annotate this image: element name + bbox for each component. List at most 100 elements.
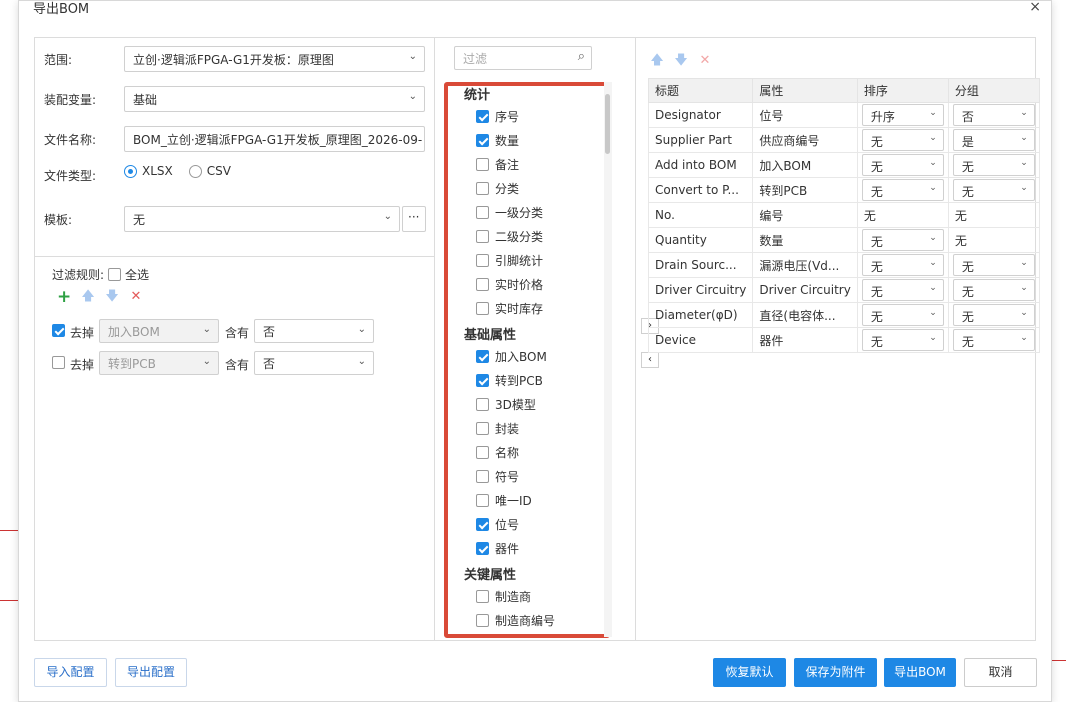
field-checkbox[interactable] xyxy=(476,157,489,171)
field-list-item[interactable]: 引脚统计 xyxy=(448,248,606,272)
table-row[interactable]: Convert to P... 转到PCB 无 ⌄ 无 ⌄ xyxy=(647,177,1040,203)
delete-icon[interactable]: ✕ xyxy=(698,54,712,68)
field-list-item[interactable]: 一级分类 xyxy=(448,200,606,224)
group-select[interactable]: 无 ⌄ xyxy=(952,279,1035,301)
sort-select[interactable]: 无 ⌄ xyxy=(861,279,944,301)
field-checkbox[interactable] xyxy=(476,349,489,363)
add-icon[interactable]: + xyxy=(57,289,71,306)
field-checkbox[interactable] xyxy=(476,541,489,555)
group-select[interactable]: 无 ⌄ xyxy=(952,179,1035,201)
field-search-input[interactable]: 过滤 ⌕ xyxy=(454,46,592,70)
field-list-item[interactable]: 数量 xyxy=(448,128,606,152)
rule-checkbox[interactable] xyxy=(52,356,65,369)
field-list-item[interactable]: 实时库存 xyxy=(448,296,606,320)
field-list-scrollbar[interactable] xyxy=(604,82,612,637)
export-bom-button[interactable]: 导出BOM xyxy=(884,658,956,687)
field-list-item[interactable]: 序号 xyxy=(448,104,606,128)
filename-input[interactable]: BOM_立创·逻辑派FPGA-G1开发板_原理图_2026-09- xyxy=(124,126,425,152)
scrollbar-thumb[interactable] xyxy=(605,94,610,154)
field-checkbox[interactable] xyxy=(476,397,489,411)
move-down-icon[interactable]: 🡇 xyxy=(674,54,688,68)
chevron-down-icon: ⌄ xyxy=(357,356,366,367)
sort-select[interactable]: 无 ⌄ xyxy=(861,329,944,351)
field-checkbox[interactable] xyxy=(476,373,489,387)
move-up-icon[interactable]: 🡅 xyxy=(650,54,664,68)
field-list-item[interactable]: 器件 xyxy=(448,536,606,560)
field-checkbox[interactable] xyxy=(476,589,489,603)
rule-field-select[interactable]: 转到PCB ⌄ xyxy=(99,351,219,375)
field-list-item[interactable]: 实时价格 xyxy=(448,272,606,296)
group-select[interactable]: 无 ⌄ xyxy=(952,154,1035,176)
field-checkbox[interactable] xyxy=(476,253,489,267)
radio-csv[interactable]: CSV xyxy=(188,164,231,178)
template-more-button[interactable]: ··· xyxy=(402,206,426,232)
table-row[interactable]: Driver Circuitry Driver Circuitry 无 ⌄ 无 ⌄ xyxy=(647,277,1040,303)
table-row[interactable]: Quantity 数量无 ⌄ 无 xyxy=(647,227,1040,253)
field-checkbox[interactable] xyxy=(476,181,489,195)
field-checkbox[interactable] xyxy=(476,517,489,531)
sort-select[interactable]: 无 ⌄ xyxy=(861,154,944,176)
move-down-icon[interactable]: 🡇 xyxy=(105,290,119,304)
sort-select[interactable]: 升序 ⌄ xyxy=(861,104,944,126)
radio-xlsx[interactable]: XLSX xyxy=(124,164,173,178)
restore-default-button[interactable]: 恢复默认 xyxy=(713,658,786,687)
sort-select[interactable]: 无 ⌄ xyxy=(861,304,944,326)
close-icon[interactable]: × xyxy=(1029,0,1041,15)
field-group-header: 统计 xyxy=(464,88,491,103)
delete-icon[interactable]: ✕ xyxy=(129,290,143,304)
table-row[interactable]: Add into BOM 加入BOM 无 ⌄ 无 ⌄ xyxy=(647,152,1040,178)
field-checkbox[interactable] xyxy=(476,445,489,459)
table-row[interactable]: Device 器件无 ⌄ 无 ⌄ xyxy=(647,327,1040,353)
sort-select[interactable]: 无 ⌄ xyxy=(861,254,944,276)
group-select[interactable]: 是 ⌄ xyxy=(952,129,1035,151)
import-config-button[interactable]: 导入配置 xyxy=(34,658,107,687)
save-attachment-button[interactable]: 保存为附件 xyxy=(794,658,877,687)
table-row[interactable]: Drain Sourc... 漏源电压(Vd... 无 ⌄ 无 ⌄ xyxy=(647,252,1040,278)
field-checkbox[interactable] xyxy=(476,133,489,147)
group-select[interactable]: 无 ⌄ xyxy=(952,254,1035,276)
table-row[interactable]: Designator 位号 升序 ⌄ 否 ⌄ xyxy=(647,102,1040,128)
move-up-icon[interactable]: 🡅 xyxy=(81,290,95,304)
select-all-checkbox[interactable] xyxy=(108,268,122,281)
field-checkbox[interactable] xyxy=(476,493,489,507)
field-list-item[interactable]: 位号 xyxy=(448,512,606,536)
template-select[interactable]: 无 ⌄ xyxy=(124,206,400,232)
rule-value-select[interactable]: 否 ⌄ xyxy=(254,319,374,343)
field-list-item[interactable]: 加入BOM xyxy=(448,344,606,368)
field-checkbox[interactable] xyxy=(476,277,489,291)
field-list-item[interactable]: 唯一ID xyxy=(448,488,606,512)
group-select[interactable]: 否 ⌄ xyxy=(952,104,1035,126)
sort-select[interactable]: 无 ⌄ xyxy=(861,129,944,151)
field-checkbox[interactable] xyxy=(476,421,489,435)
field-checkbox[interactable] xyxy=(476,613,489,627)
field-list-item[interactable]: 分类 xyxy=(448,176,606,200)
field-checkbox[interactable] xyxy=(476,301,489,315)
field-checkbox[interactable] xyxy=(476,109,489,123)
field-list-item[interactable]: 符号 xyxy=(448,464,606,488)
table-row[interactable]: Diameter(φD) 直径(电容体... 无 ⌄ 无 ⌄ xyxy=(647,302,1040,328)
cancel-button[interactable]: 取消 xyxy=(964,658,1037,687)
sort-select[interactable]: 无 ⌄ xyxy=(861,229,944,251)
field-list-item[interactable]: 制造商 xyxy=(448,584,606,608)
field-list-item[interactable]: 封装 xyxy=(448,416,606,440)
sort-select[interactable]: 无 ⌄ xyxy=(861,179,944,201)
table-row[interactable]: Supplier Part 供应商编号无 ⌄ 是 ⌄ xyxy=(647,127,1040,153)
group-select[interactable]: 无 ⌄ xyxy=(952,304,1035,326)
group-select[interactable]: 无 ⌄ xyxy=(952,329,1035,351)
field-list-item[interactable]: 备注 xyxy=(448,152,606,176)
field-checkbox[interactable] xyxy=(476,205,489,219)
field-list-item[interactable]: 转到PCB xyxy=(448,368,606,392)
field-checkbox[interactable] xyxy=(476,469,489,483)
field-checkbox[interactable] xyxy=(476,229,489,243)
rule-field-select[interactable]: 加入BOM ⌄ xyxy=(99,319,219,343)
rule-checkbox[interactable] xyxy=(52,324,65,337)
field-list-item[interactable]: 名称 xyxy=(448,440,606,464)
range-select[interactable]: 立创·逻辑派FPGA-G1开发板：原理图 ⌄ xyxy=(124,46,425,72)
rule-value-select[interactable]: 否 ⌄ xyxy=(254,351,374,375)
field-list-item[interactable]: 制造商编号 xyxy=(448,608,606,632)
field-list-item[interactable]: 3D模型 xyxy=(448,392,606,416)
export-config-button[interactable]: 导出配置 xyxy=(115,658,187,687)
variant-select[interactable]: 基础 ⌄ xyxy=(124,86,425,112)
table-row[interactable]: No. 编号无无 xyxy=(647,202,1040,228)
field-list-item[interactable]: 二级分类 xyxy=(448,224,606,248)
